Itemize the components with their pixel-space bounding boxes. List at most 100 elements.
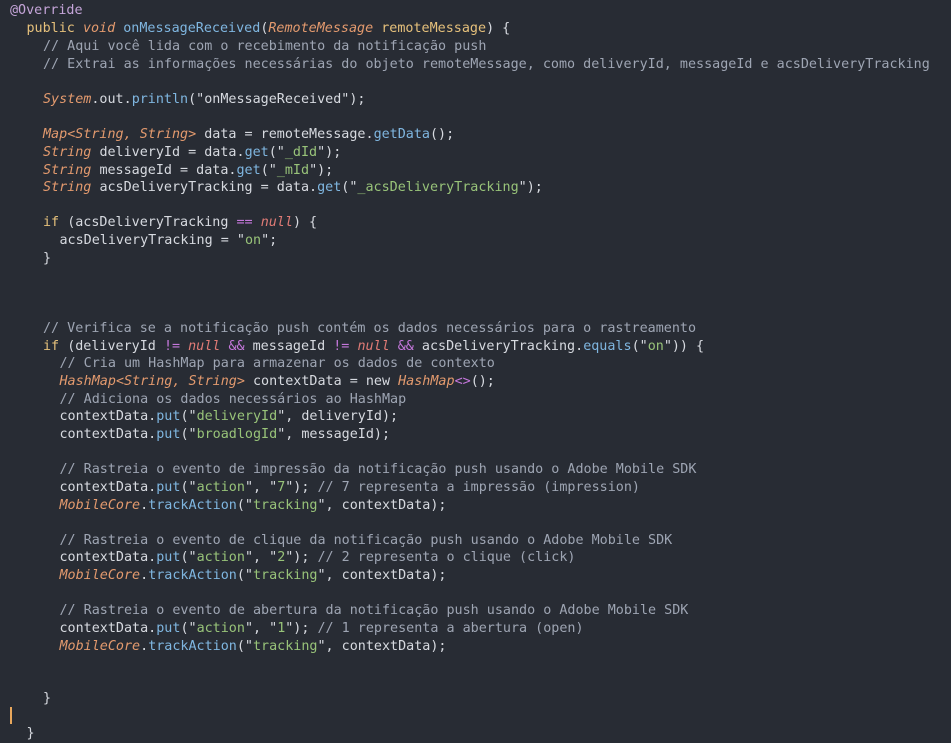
code-line[interactable]: // Aqui você lida com o recebimento da n… [43, 38, 486, 56]
code-line[interactable]: HashMap<String, String> contextData = ne… [60, 373, 495, 391]
code-token: (); [430, 127, 455, 142]
code-line[interactable]: // Rastreia o evento de clique da notifi… [60, 532, 673, 550]
code-token: // Verifica se a notificação push contém… [43, 321, 697, 336]
code-token: // 1 representa a abertura (open) [317, 621, 584, 636]
code-line[interactable]: } [43, 690, 51, 708]
code-token: null [188, 339, 221, 354]
code-token: contextData. [59, 621, 157, 636]
code-line[interactable]: public void onMessageReceived(RemoteMess… [27, 20, 511, 38]
code-token: ) { [486, 21, 511, 36]
code-line[interactable]: } [27, 725, 35, 743]
code-token: put [156, 480, 181, 495]
code-token: _mId [276, 163, 310, 178]
code-token: (" [631, 339, 648, 354]
code-token: deliveryId = data. [99, 145, 245, 160]
code-token: action [196, 480, 245, 495]
code-token: (" [268, 145, 285, 160]
code-token: // Cria um HashMap para armazenar os dad… [59, 356, 495, 371]
code-token: action [196, 621, 245, 636]
code-line[interactable]: @Override [10, 2, 83, 20]
code-token: (); [470, 374, 495, 389]
code-line[interactable]: // Extrai as informações necessárias do … [43, 56, 930, 74]
code-token: trackAction [148, 568, 237, 583]
code-token: ", deliveryId); [277, 409, 399, 424]
code-line[interactable]: // Verifica se a notificação push contém… [43, 320, 696, 338]
code-token: HashMap [398, 374, 455, 389]
code-token: void [82, 21, 124, 36]
code-token: println [131, 92, 189, 107]
code-token: } [43, 251, 52, 266]
code-line[interactable]: String deliveryId = data.get("_dId"); [43, 144, 341, 162]
code-token: deliveryId [196, 409, 278, 424]
code-token: get [317, 180, 342, 195]
code-token: // Rastreia o evento de abertura da noti… [59, 603, 689, 618]
code-line[interactable]: MobileCore.trackAction("tracking", conte… [60, 567, 447, 585]
code-line[interactable]: acsDeliveryTracking = "on"; [60, 232, 278, 250]
code-token: (" [180, 480, 197, 495]
code-line[interactable]: // Cria um HashMap para armazenar os dad… [60, 355, 495, 373]
code-line[interactable]: contextData.put("broadlogId", messageId)… [60, 426, 391, 444]
code-line[interactable]: // Adiciona os dados necessários ao Hash… [60, 391, 407, 409]
code-token: on [647, 339, 664, 354]
text-cursor [10, 707, 12, 724]
code-token: (deliveryId [67, 339, 164, 354]
code-token: "); [309, 163, 334, 178]
code-token: action [196, 550, 245, 565]
code-token: HashMap [59, 374, 116, 389]
code-token: trackAction [148, 639, 237, 654]
code-line[interactable]: String acsDeliveryTracking = data.get("_… [43, 179, 543, 197]
code-line[interactable]: contextData.put("action", "1"); // 1 rep… [60, 620, 584, 638]
code-token: get [244, 145, 269, 160]
code-token: ", contextData); [317, 498, 447, 513]
code-token: (" [236, 639, 253, 654]
code-token: put [156, 427, 181, 442]
code-token: "); [285, 550, 318, 565]
code-line[interactable]: if (acsDeliveryTracking == null) { [43, 214, 317, 232]
code-token: String [43, 145, 100, 160]
code-token: (" [236, 568, 253, 583]
code-token: == [236, 215, 253, 230]
code-token: "); [285, 621, 318, 636]
code-line[interactable]: // Rastreia o evento de impressão da not… [60, 461, 697, 479]
code-token: @Override [10, 3, 83, 18]
code-token: . [140, 568, 149, 583]
code-token: tracking [253, 639, 318, 654]
code-token: (" [180, 427, 197, 442]
code-line[interactable]: System.out.println("onMessageReceived"); [43, 91, 366, 109]
code-line[interactable]: Map<String, String> data = remoteMessage… [43, 126, 454, 144]
code-token: contextData. [59, 409, 157, 424]
code-token: // 2 representa o clique (click) [317, 550, 576, 565]
code-line[interactable]: contextData.put("action", "2"); // 2 rep… [60, 549, 576, 567]
code-token: && [397, 339, 414, 354]
code-editor[interactable]: @Override public void onMessageReceived(R… [0, 0, 951, 743]
code-token: put [156, 621, 181, 636]
code-token: <String, String> [115, 374, 245, 389]
code-token: (" [180, 550, 197, 565]
code-line[interactable]: MobileCore.trackAction("tracking", conte… [60, 497, 447, 515]
code-token: MobileCore [59, 639, 141, 654]
code-token: "); [285, 480, 318, 495]
code-token: null [357, 339, 390, 354]
code-line[interactable]: if (deliveryId != null && messageId != n… [43, 338, 704, 356]
code-line[interactable]: // Rastreia o evento de abertura da noti… [60, 602, 689, 620]
code-token: equals [583, 339, 632, 354]
code-line[interactable]: contextData.put("action", "7"); // 7 rep… [60, 479, 640, 497]
code-token: if [43, 215, 68, 230]
code-token: MobileCore [59, 568, 141, 583]
code-token: tracking [253, 568, 318, 583]
code-token: RemoteMessage [268, 21, 382, 36]
code-line[interactable]: String messageId = data.get("_mId"); [43, 162, 333, 180]
code-token: public [26, 21, 83, 36]
code-token: ("onMessageReceived"); [188, 92, 366, 107]
code-token: ", " [244, 550, 278, 565]
code-token: put [156, 409, 181, 424]
code-line[interactable]: MobileCore.trackAction("tracking", conte… [60, 638, 447, 656]
code-token: tracking [253, 498, 318, 513]
code-token: String [43, 163, 100, 178]
code-token: "); [518, 180, 543, 195]
code-line[interactable]: contextData.put("deliveryId", deliveryId… [60, 408, 399, 426]
code-token: // Extrai as informações necessárias do … [43, 57, 930, 72]
code-token: (acsDeliveryTracking [67, 215, 237, 230]
code-token: null [260, 215, 293, 230]
code-line[interactable]: } [43, 250, 51, 268]
